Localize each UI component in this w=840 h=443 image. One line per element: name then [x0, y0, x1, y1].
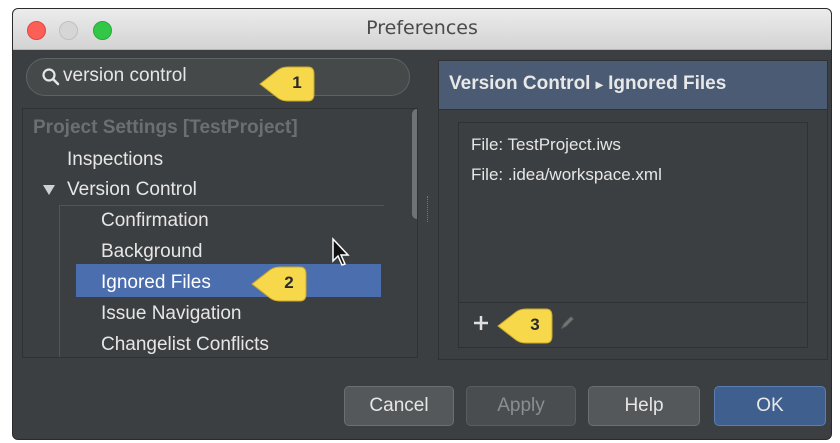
panel-splitter[interactable]: [427, 196, 431, 222]
mouse-cursor-icon: [332, 237, 350, 266]
section-header: Project Settings [TestProject]: [33, 117, 298, 138]
apply-button[interactable]: Apply: [466, 386, 576, 426]
callout-2: 2: [250, 264, 308, 304]
tree-item-changelist-conflicts[interactable]: Changelist Conflicts: [101, 334, 269, 356]
panel-header: Version Control ▸ Ignored Files: [439, 61, 827, 110]
tree-item-confirmation[interactable]: Confirmation: [101, 210, 209, 232]
tree-item-background[interactable]: Background: [101, 241, 202, 263]
tree-item-version-control[interactable]: Version Control: [67, 179, 197, 201]
ok-button[interactable]: OK: [714, 386, 826, 426]
add-icon[interactable]: [471, 313, 491, 333]
callout-3: 3: [496, 306, 554, 346]
breadcrumb-current: Ignored Files: [608, 73, 727, 94]
settings-tree: Project Settings [TestProject] Inspectio…: [22, 108, 418, 358]
breadcrumb-separator-icon: ▸: [595, 76, 603, 92]
callout-1: 1: [258, 64, 316, 104]
list-item-file[interactable]: File: TestProject.iws: [471, 135, 621, 155]
search-value: version control: [63, 65, 187, 86]
tree-item-inspections[interactable]: Inspections: [67, 149, 163, 171]
tree-item-ignored-files[interactable]: Ignored Files: [101, 272, 211, 294]
help-button[interactable]: Help: [588, 386, 700, 426]
callout-1-number: 1: [292, 73, 302, 92]
tree-scrollbar-thumb[interactable]: [412, 109, 417, 219]
expand-triangle-icon[interactable]: [43, 185, 55, 195]
search-input[interactable]: version control: [26, 58, 410, 96]
list-item-file[interactable]: File: .idea/workspace.xml: [471, 165, 662, 185]
tree-item-issue-navigation[interactable]: Issue Navigation: [101, 303, 241, 325]
callout-2-number: 2: [284, 273, 294, 292]
breadcrumb-parent[interactable]: Version Control: [449, 73, 590, 94]
callout-3-number: 3: [530, 315, 540, 334]
edit-icon[interactable]: [559, 313, 577, 331]
cancel-button[interactable]: Cancel: [344, 386, 454, 426]
search-icon: [42, 68, 60, 86]
window-title: Preferences: [366, 17, 478, 39]
title-bar: Preferences: [13, 9, 831, 50]
breadcrumb: Version Control ▸ Ignored Files: [449, 73, 726, 95]
